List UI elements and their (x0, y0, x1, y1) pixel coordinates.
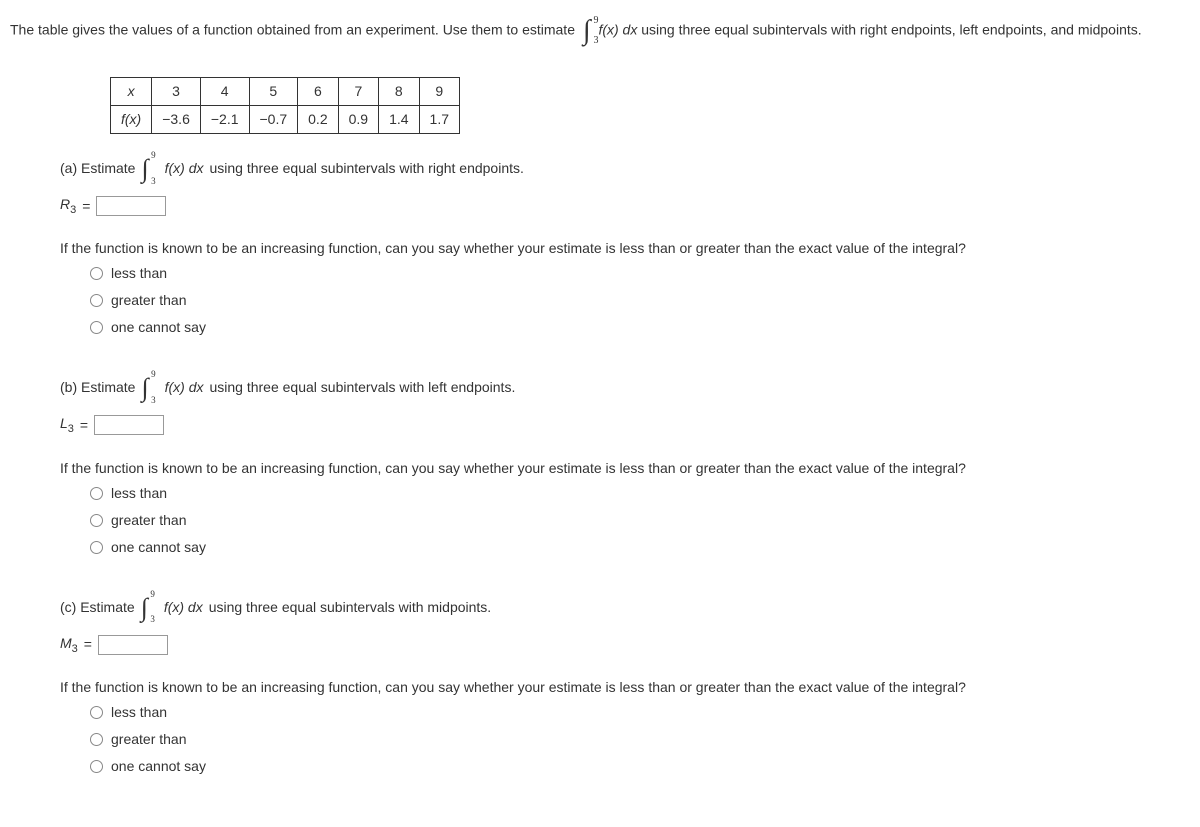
option-label: one cannot say (111, 756, 206, 777)
option-a-cannot: one cannot say (90, 317, 1190, 338)
row-x-label: x (111, 78, 152, 106)
x-val: 7 (338, 78, 378, 106)
fx-val: 1.4 (379, 106, 419, 134)
x-val: 6 (298, 78, 338, 106)
part-b-label: (b) Estimate (60, 377, 135, 398)
data-table: x 3 4 5 6 7 8 9 f(x) −3.6 −2.1 −0.7 0.2 … (110, 77, 460, 134)
integrand-c: f(x) dx (164, 597, 203, 618)
desc-b: using three equal subintervals with left… (209, 377, 515, 398)
answer-c: M3 = (60, 633, 1190, 657)
fx-val: −3.6 (152, 106, 201, 134)
x-val: 8 (379, 78, 419, 106)
integral-symbol: ∫93 (583, 10, 591, 52)
radio-b-cannot[interactable] (90, 541, 103, 554)
radio-c-cannot[interactable] (90, 760, 103, 773)
m3-input[interactable] (98, 635, 168, 655)
integrand: f(x) dx (598, 22, 637, 38)
option-label: greater than (111, 290, 187, 311)
integral-lower: 3 (594, 33, 599, 48)
sub-c: 3 (72, 642, 78, 654)
eq-b: = (80, 415, 88, 436)
var-a: R (60, 196, 70, 212)
fx-val: 1.7 (419, 106, 459, 134)
integrand-b: f(x) dx (165, 377, 204, 398)
sub-b: 3 (68, 423, 74, 435)
part-c-label: (c) Estimate (60, 597, 135, 618)
question-b: (b) Estimate ∫93 f(x) dx using three equ… (60, 368, 1190, 407)
desc-a: using three equal subintervals with righ… (209, 158, 523, 179)
eq-a: = (82, 196, 90, 217)
question-a: (a) Estimate ∫93 f(x) dx using three equ… (60, 149, 1190, 188)
x-val: 9 (419, 78, 459, 106)
x-val: 4 (200, 78, 249, 106)
option-label: one cannot say (111, 317, 206, 338)
l3-input[interactable] (94, 415, 164, 435)
integral-b: ∫93 (141, 368, 158, 407)
x-val: 3 (152, 78, 201, 106)
option-label: less than (111, 263, 167, 284)
option-a-less: less than (90, 263, 1190, 284)
option-b-cannot: one cannot say (90, 537, 1190, 558)
option-a-greater: greater than (90, 290, 1190, 311)
option-b-greater: greater than (90, 510, 1190, 531)
radio-a-greater[interactable] (90, 294, 103, 307)
option-label: one cannot say (111, 537, 206, 558)
followup-c: If the function is known to be an increa… (60, 677, 1190, 698)
desc-c: using three equal subintervals with midp… (209, 597, 492, 618)
option-label: greater than (111, 729, 187, 750)
r3-input[interactable] (96, 196, 166, 216)
option-c-cannot: one cannot say (90, 756, 1190, 777)
var-b: L (60, 415, 68, 431)
question-c: (c) Estimate ∫93 f(x) dx using three equ… (60, 588, 1190, 627)
followup-a: If the function is known to be an increa… (60, 238, 1190, 259)
part-a-label: (a) Estimate (60, 158, 135, 179)
option-label: less than (111, 702, 167, 723)
intro-text: The table gives the values of a function… (10, 10, 1190, 52)
radio-c-greater[interactable] (90, 733, 103, 746)
x-val: 5 (249, 78, 298, 106)
radio-a-less[interactable] (90, 267, 103, 280)
var-c: M (60, 635, 72, 651)
integrand-a: f(x) dx (165, 158, 204, 179)
option-label: greater than (111, 510, 187, 531)
fx-val: 0.2 (298, 106, 338, 134)
option-c-greater: greater than (90, 729, 1190, 750)
fx-val: −0.7 (249, 106, 298, 134)
intro-after: using three equal subintervals with righ… (641, 22, 1141, 38)
table-row-x: x 3 4 5 6 7 8 9 (111, 78, 460, 106)
intro-before: The table gives the values of a function… (10, 22, 575, 38)
radio-b-less[interactable] (90, 487, 103, 500)
answer-a: R3 = (60, 194, 1190, 218)
part-c: (c) Estimate ∫93 f(x) dx using three equ… (10, 588, 1190, 777)
options-b: less than greater than one cannot say (90, 483, 1190, 558)
radio-b-greater[interactable] (90, 514, 103, 527)
sub-a: 3 (70, 204, 76, 216)
options-c: less than greater than one cannot say (90, 702, 1190, 777)
option-b-less: less than (90, 483, 1190, 504)
option-label: less than (111, 483, 167, 504)
integral-c: ∫93 (141, 588, 158, 627)
option-c-less: less than (90, 702, 1190, 723)
fx-val: 0.9 (338, 106, 378, 134)
integral-upper: 9 (594, 13, 599, 28)
radio-a-cannot[interactable] (90, 321, 103, 334)
answer-b: L3 = (60, 413, 1190, 437)
options-a: less than greater than one cannot say (90, 263, 1190, 338)
row-fx-label: f(x) (111, 106, 152, 134)
fx-val: −2.1 (200, 106, 249, 134)
table-row-fx: f(x) −3.6 −2.1 −0.7 0.2 0.9 1.4 1.7 (111, 106, 460, 134)
part-b: (b) Estimate ∫93 f(x) dx using three equ… (10, 368, 1190, 557)
eq-c: = (84, 634, 92, 655)
followup-b: If the function is known to be an increa… (60, 458, 1190, 479)
radio-c-less[interactable] (90, 706, 103, 719)
integral-a: ∫93 (141, 149, 158, 188)
part-a: (a) Estimate ∫93 f(x) dx using three equ… (10, 149, 1190, 338)
